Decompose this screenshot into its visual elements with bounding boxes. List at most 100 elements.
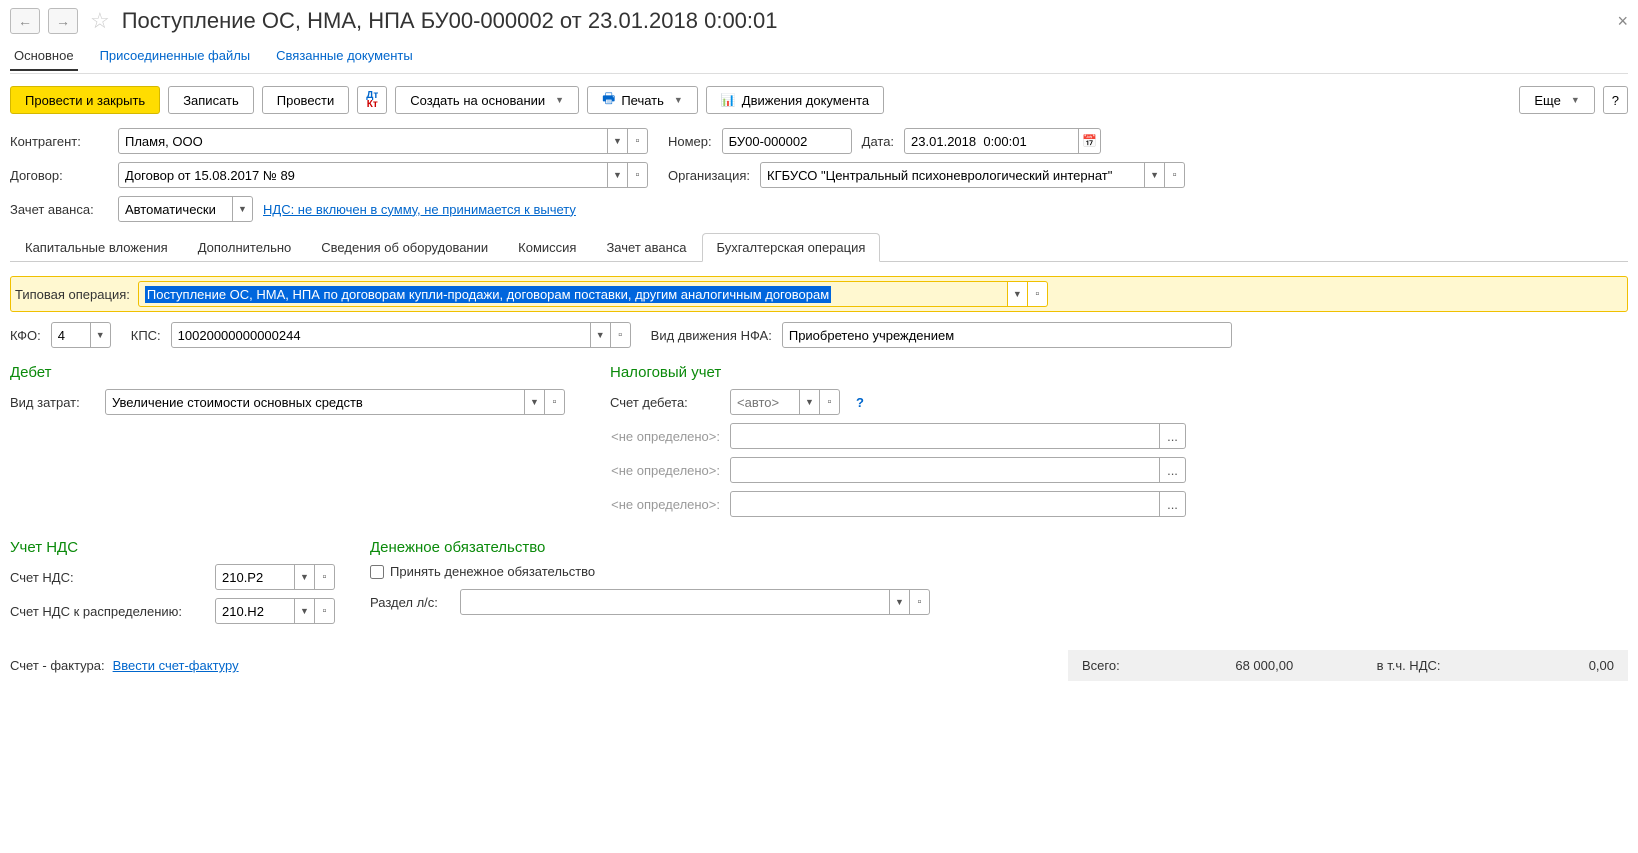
subtab-capital-investments[interactable]: Капитальные вложения [10,233,183,262]
not-defined-input-2[interactable] [730,457,1160,483]
print-button[interactable]: 🖶 Печать ▼ [587,86,698,114]
kps-dropdown-button[interactable]: ▼ [591,322,611,348]
tax-accounting-section-title: Налоговый учет [610,364,1186,381]
subtab-equipment-info[interactable]: Сведения об оборудовании [306,233,503,262]
number-input[interactable] [722,128,852,154]
calendar-icon[interactable]: 📅 [1079,128,1101,154]
create-based-on-button[interactable]: Создать на основании ▼ [395,86,579,114]
contract-input[interactable] [118,162,608,188]
counterparty-label: Контрагент: [10,134,108,149]
more-button[interactable]: Еще ▼ [1519,86,1594,114]
typical-operation-dropdown-button[interactable]: ▼ [1008,281,1028,307]
ls-section-label: Раздел л/c: [370,595,450,610]
nfa-movement-input[interactable] [782,322,1232,348]
ls-section-dropdown-button[interactable]: ▼ [890,589,910,615]
not-defined-input-1[interactable] [730,423,1160,449]
kps-label: КПС: [131,328,161,343]
subtab-commission[interactable]: Комиссия [503,233,591,262]
subtab-advance-offset[interactable]: Зачет аванса [591,233,701,262]
organization-dropdown-button[interactable]: ▼ [1145,162,1165,188]
tab-linked-documents[interactable]: Связанные документы [272,44,417,71]
cost-type-input[interactable] [105,389,525,415]
organization-label: Организация: [668,168,750,183]
vat-account-label: Счет НДС: [10,570,205,585]
counterparty-open-button[interactable]: ▫ [628,128,648,154]
debit-account-input[interactable] [730,389,800,415]
post-button[interactable]: Провести [262,86,350,114]
subtab-accounting-operation[interactable]: Бухгалтерская операция [702,233,881,262]
typical-operation-label: Типовая операция: [15,287,130,302]
help-question-icon[interactable]: ? [856,395,864,410]
chevron-down-icon: ▼ [674,95,683,105]
close-icon[interactable]: × [1617,11,1628,32]
accept-obligation-checkbox[interactable] [370,565,384,579]
not-defined-dots-button-1[interactable]: ... [1160,423,1186,449]
subtab-additional[interactable]: Дополнительно [183,233,307,262]
date-label: Дата: [862,134,894,149]
chevron-down-icon: ▼ [1571,95,1580,105]
not-defined-dots-button-3[interactable]: ... [1160,491,1186,517]
not-defined-input-3[interactable] [730,491,1160,517]
not-defined-label-2: <не определено>: [610,463,720,478]
cost-type-dropdown-button[interactable]: ▼ [525,389,545,415]
contract-open-button[interactable]: ▫ [628,162,648,188]
date-input[interactable] [904,128,1079,154]
print-label: Печать [621,93,664,108]
kfo-input[interactable] [51,322,91,348]
create-based-label: Создать на основании [410,93,545,108]
not-defined-dots-button-2[interactable]: ... [1160,457,1186,483]
kps-open-button[interactable]: ▫ [611,322,631,348]
tab-attached-files[interactable]: Присоединенные файлы [96,44,255,71]
counterparty-dropdown-button[interactable]: ▼ [608,128,628,154]
debit-account-dropdown-button[interactable]: ▼ [800,389,820,415]
monetary-obligation-section-title: Денежное обязательство [370,539,930,556]
advance-offset-label: Зачет аванса: [10,202,108,217]
debit-section-title: Дебет [10,364,590,381]
nav-forward-button[interactable]: → [48,8,78,34]
enter-invoice-link[interactable]: Ввести счет-фактуру [113,658,239,673]
debit-account-label: Счет дебета: [610,395,720,410]
organization-open-button[interactable]: ▫ [1165,162,1185,188]
accept-obligation-label: Принять денежное обязательство [390,564,595,579]
vat-account-input[interactable] [215,564,295,590]
more-label: Еще [1534,93,1560,108]
favorite-star-icon[interactable]: ☆ [90,8,110,34]
advance-offset-input[interactable] [118,196,233,222]
typical-operation-selected-text: Поступление ОС, НМА, НПА по договорам ку… [145,286,831,303]
printer-icon: 🖶 [602,88,615,112]
vat-settings-link[interactable]: НДС: не включен в сумму, не принимается … [263,202,576,217]
ls-section-open-button[interactable]: ▫ [910,589,930,615]
ls-section-input[interactable] [460,589,890,615]
number-label: Номер: [668,134,712,149]
debit-account-open-button[interactable]: ▫ [820,389,840,415]
vat-account-dist-dropdown-button[interactable]: ▼ [295,598,315,624]
counterparty-input[interactable] [118,128,608,154]
organization-input[interactable] [760,162,1145,188]
chart-icon: 📊 [721,93,736,107]
kfo-dropdown-button[interactable]: ▼ [91,322,111,348]
document-movements-button[interactable]: 📊Движения документа [706,86,884,114]
vat-total-value: 0,00 [1524,658,1614,673]
typical-operation-open-button[interactable]: ▫ [1028,281,1048,307]
vat-account-open-button[interactable]: ▫ [315,564,335,590]
invoice-label: Счет - фактура: [10,658,105,673]
nav-back-button[interactable]: ← [10,8,40,34]
help-button[interactable]: ? [1603,86,1628,114]
not-defined-label-3: <не определено>: [610,497,720,512]
vat-account-dist-input[interactable] [215,598,295,624]
advance-offset-dropdown-button[interactable]: ▼ [233,196,253,222]
save-button[interactable]: Записать [168,86,254,114]
chevron-down-icon: ▼ [555,95,564,105]
nfa-movement-label: Вид движения НФА: [651,328,772,343]
typical-operation-input[interactable]: Поступление ОС, НМА, НПА по договорам ку… [138,281,1008,307]
total-value: 68 000,00 [1203,658,1293,673]
vat-account-dropdown-button[interactable]: ▼ [295,564,315,590]
vat-account-dist-open-button[interactable]: ▫ [315,598,335,624]
post-and-close-button[interactable]: Провести и закрыть [10,86,160,114]
cost-type-open-button[interactable]: ▫ [545,389,565,415]
total-label: Всего: [1082,658,1120,673]
kps-input[interactable] [171,322,591,348]
tab-main[interactable]: Основное [10,44,78,71]
dtkt-button[interactable]: ДтКт [357,86,387,114]
contract-dropdown-button[interactable]: ▼ [608,162,628,188]
